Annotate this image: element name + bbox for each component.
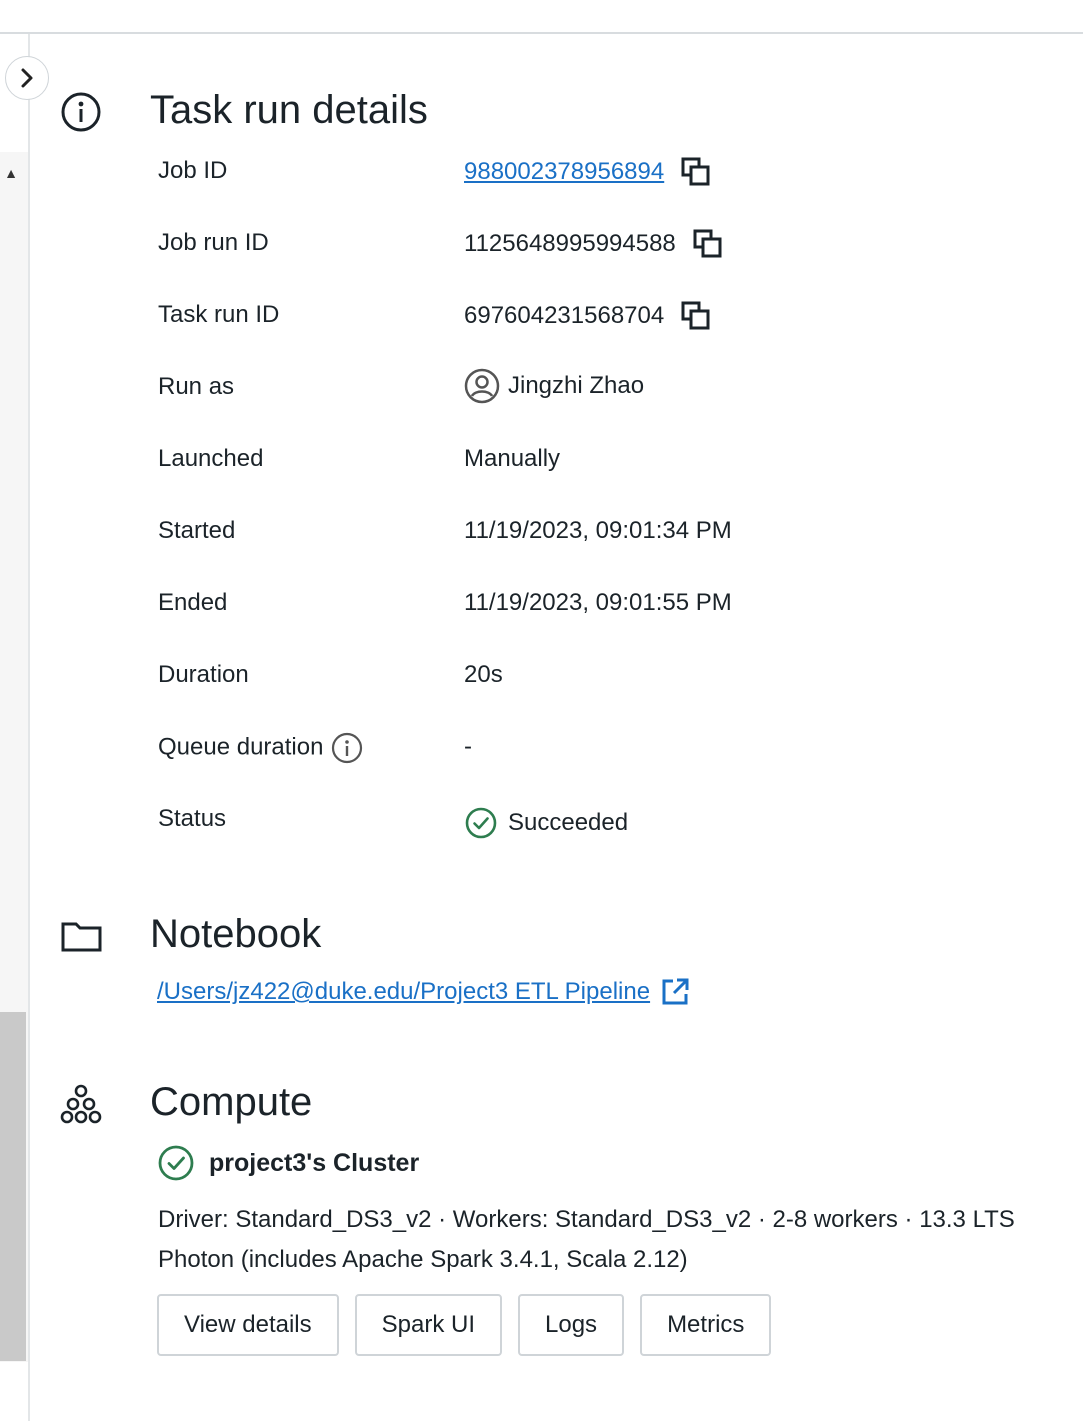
started-label: Started <box>158 517 236 544</box>
status-text: Succeeded <box>508 809 629 836</box>
status-value: Succeeded <box>464 806 628 840</box>
user-circle-icon <box>464 368 500 404</box>
compute-title: Compute <box>150 1080 313 1124</box>
info-icon[interactable] <box>331 732 363 764</box>
logs-button[interactable]: Logs <box>518 1294 625 1356</box>
task-run-id-text: 697604231568704 <box>464 302 665 329</box>
task-run-details-title: Task run details <box>150 88 428 132</box>
run-as-value: Jingzhi Zhao <box>464 368 644 404</box>
cluster-icon <box>60 1084 102 1124</box>
check-circle-icon <box>465 807 497 839</box>
expand-sidebar-button[interactable] <box>5 56 49 100</box>
metrics-button[interactable]: Metrics <box>640 1294 772 1356</box>
job-run-id-text: 1125648995994588 <box>464 230 676 257</box>
started-value: 11/19/2023, 09:01:34 PM <box>464 517 732 544</box>
info-icon <box>61 92 101 132</box>
ended-value: 11/19/2023, 09:01:55 PM <box>464 589 732 616</box>
duration-value: 20s <box>464 661 503 688</box>
cluster-name: project3's Cluster <box>209 1148 420 1177</box>
scroll-up-arrow-icon[interactable]: ▲ <box>1 163 21 183</box>
job-id-label: Job ID <box>158 157 228 184</box>
launched-value: Manually <box>464 445 561 472</box>
duration-label: Duration <box>158 661 249 688</box>
job-run-id-label: Job run ID <box>158 229 269 256</box>
queue-duration-value: - <box>464 733 472 760</box>
run-as-label: Run as <box>158 373 235 400</box>
job-id-value: 988002378956894 <box>464 156 712 188</box>
left-panel-edge <box>0 34 30 1421</box>
spark-ui-button[interactable]: Spark UI <box>354 1294 503 1356</box>
notebook-path-link[interactable]: /Users/jz422@duke.edu/Project3 ETL Pipel… <box>157 978 650 1006</box>
task-run-id-value: 697604231568704 <box>464 300 712 332</box>
task-run-id-label: Task run ID <box>158 301 280 328</box>
ended-label: Ended <box>158 589 228 616</box>
queue-duration-text: Queue duration <box>158 733 324 761</box>
copy-icon[interactable] <box>680 156 712 188</box>
check-circle-icon <box>158 1145 194 1181</box>
status-label: Status <box>158 805 227 832</box>
compute-actions: View details Spark UI Logs Metrics <box>157 1294 772 1356</box>
launched-label: Launched <box>158 445 264 472</box>
notebook-title: Notebook <box>150 912 322 956</box>
notebook-path[interactable]: /Users/jz422@duke.edu/Project3 ETL Pipel… <box>157 977 690 1007</box>
cluster-row: project3's Cluster <box>157 1144 419 1182</box>
copy-icon[interactable] <box>680 300 712 332</box>
job-id-link[interactable]: 988002378956894 <box>464 157 664 187</box>
folder-icon <box>61 922 102 952</box>
job-run-id-value: 1125648995994588 <box>464 228 724 260</box>
external-link-icon[interactable] <box>660 977 690 1007</box>
cluster-description: Driver: Standard_DS3_v2 · Workers: Stand… <box>158 1206 1015 1273</box>
view-details-button[interactable]: View details <box>157 1294 339 1356</box>
run-as-user: Jingzhi Zhao <box>508 372 645 399</box>
chevron-right-icon <box>21 68 33 88</box>
top-divider <box>0 32 1083 34</box>
copy-icon[interactable] <box>692 228 724 260</box>
queue-duration-label: Queue duration <box>158 732 363 764</box>
